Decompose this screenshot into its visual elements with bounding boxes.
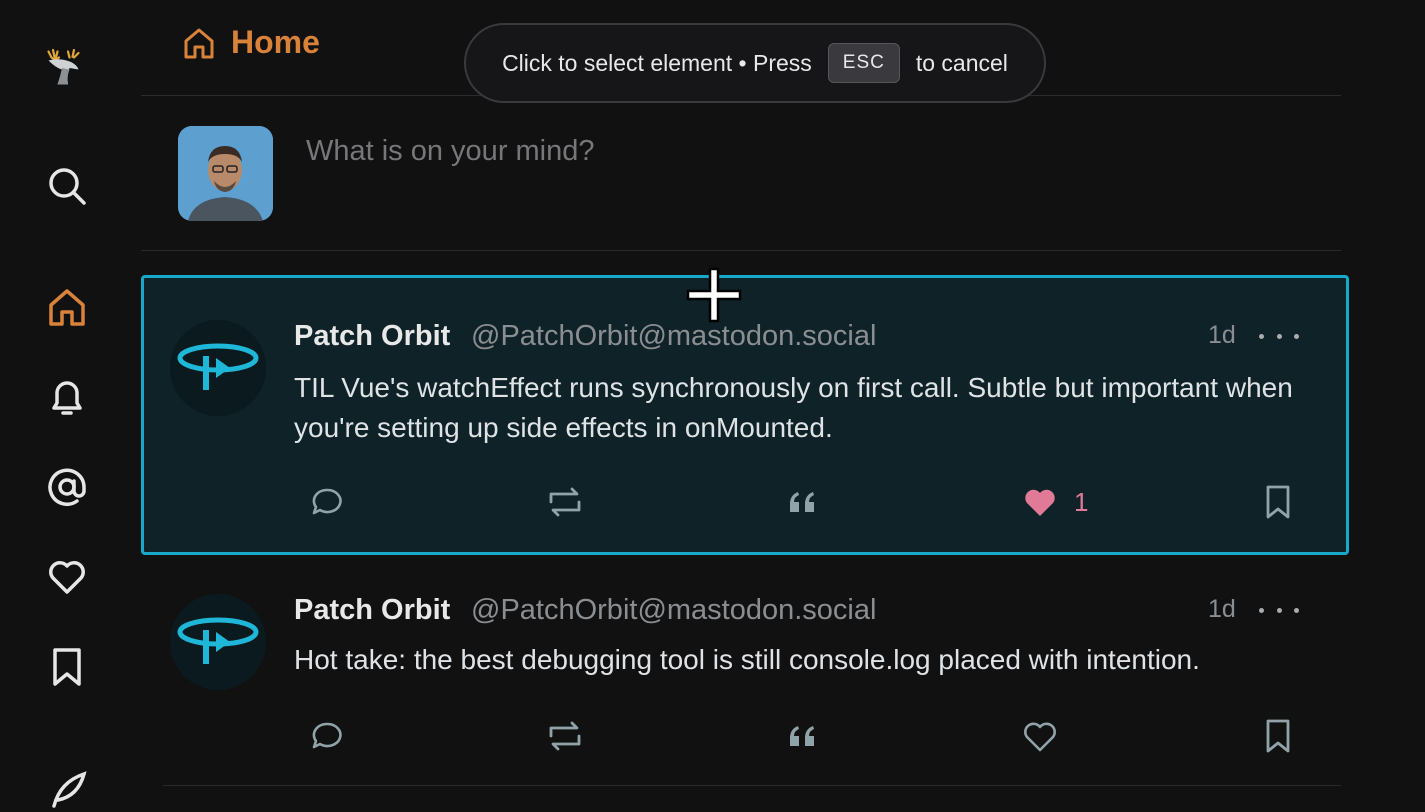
status-text: TIL Vue's watchEffect runs synchronously… (294, 372, 1293, 443)
bookmark-icon (1266, 485, 1290, 519)
timestamp[interactable]: 1d (1208, 595, 1236, 624)
status-text: Hot take: the best debugging tool is sti… (294, 644, 1200, 675)
toast-text-before: Click to select element • Press (502, 49, 812, 76)
like-count: 1 (1074, 486, 1089, 517)
home-icon (184, 28, 214, 58)
author-handle[interactable]: @PatchOrbit@mastodon.social (471, 594, 876, 627)
heart-icon[interactable] (44, 554, 90, 600)
bookmark-icon (1266, 719, 1290, 753)
main-column: Home Patch Orbit @PatchOrbit@mastodon.so… (141, 0, 1349, 793)
quote-button[interactable] (784, 716, 820, 756)
home-icon[interactable] (44, 284, 90, 330)
esc-key-hint[interactable]: ESC (827, 43, 900, 83)
status-card[interactable]: Patch Orbit @PatchOrbit@mastodon.social … (163, 560, 1341, 786)
compose-input[interactable] (306, 131, 1206, 171)
more-options-button[interactable] (1259, 600, 1299, 620)
avatar[interactable] (178, 126, 273, 221)
author-name[interactable]: Patch Orbit (294, 320, 450, 353)
toast-text-after: to cancel (915, 49, 1008, 76)
heart-filled-icon (1025, 489, 1055, 516)
bookmark-button[interactable] (1260, 482, 1296, 522)
at-icon[interactable] (44, 464, 90, 510)
status-card-selected[interactable]: Patch Orbit @PatchOrbit@mastodon.social … (141, 275, 1349, 555)
page-title[interactable]: Home (181, 24, 320, 61)
boost-icon (549, 721, 581, 751)
boost-button[interactable] (547, 482, 583, 522)
like-button[interactable] (1022, 716, 1058, 756)
crosshair-cursor-icon (686, 267, 742, 323)
page-title-label: Home (231, 24, 320, 60)
boost-icon (549, 487, 581, 517)
more-options-button[interactable] (1259, 326, 1299, 346)
reply-button[interactable] (309, 482, 345, 522)
author-handle[interactable]: @PatchOrbit@mastodon.social (471, 320, 876, 353)
quote-icon (790, 492, 814, 512)
avatar[interactable] (170, 320, 266, 416)
like-button[interactable]: 1 (1022, 482, 1088, 522)
reply-icon (312, 722, 342, 749)
bell-icon[interactable] (44, 374, 90, 420)
timestamp[interactable]: 1d (1208, 321, 1236, 350)
bookmark-button[interactable] (1260, 716, 1296, 756)
sidebar (0, 0, 134, 808)
composer (141, 97, 1341, 251)
search-icon[interactable] (44, 163, 90, 209)
deer-logo-icon[interactable] (34, 40, 90, 96)
reply-icon (312, 488, 342, 515)
bookmark-icon[interactable] (44, 644, 90, 690)
feather-icon[interactable] (44, 766, 90, 812)
boost-button[interactable] (547, 716, 583, 756)
author-name[interactable]: Patch Orbit (294, 594, 450, 627)
heart-icon (1024, 722, 1056, 752)
avatar[interactable] (170, 594, 266, 690)
quote-icon (790, 726, 814, 746)
quote-button[interactable] (784, 482, 820, 522)
element-picker-toast: Click to select element • Press ESC to c… (464, 23, 1046, 103)
reply-button[interactable] (309, 716, 345, 756)
